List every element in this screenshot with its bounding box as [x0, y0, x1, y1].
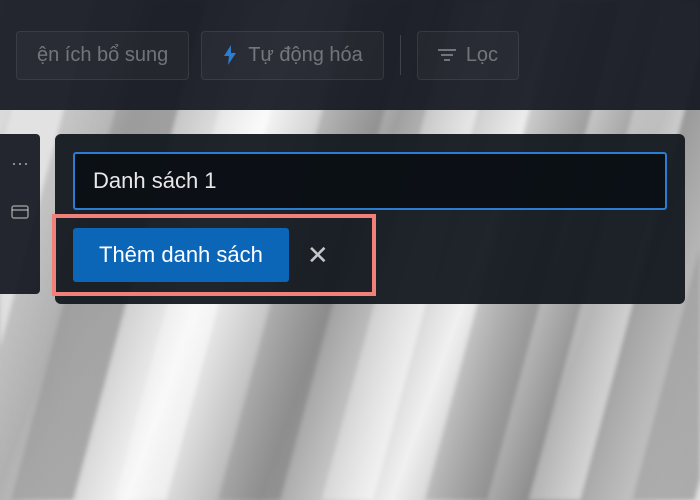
close-icon[interactable]: ✕ [307, 240, 329, 271]
automation-label: Tự động hóa [248, 44, 363, 67]
add-list-panel: Thêm danh sách ✕ [55, 134, 685, 304]
filter-button[interactable]: Lọc [417, 31, 519, 80]
left-sidebar: ⋯ [0, 134, 40, 294]
toolbar-divider [400, 35, 401, 75]
action-row: Thêm danh sách ✕ [73, 228, 667, 282]
list-name-input[interactable] [73, 152, 667, 210]
filter-icon [438, 48, 456, 62]
top-toolbar: ện ích bổ sung Tự động hóa Lọc [0, 0, 700, 110]
filter-label: Lọc [466, 44, 498, 67]
extensions-button[interactable]: ện ích bổ sung [16, 31, 189, 80]
automation-button[interactable]: Tự động hóa [201, 31, 384, 80]
more-icon[interactable]: ⋯ [11, 154, 29, 175]
card-icon[interactable] [11, 203, 29, 224]
bolt-icon [222, 45, 238, 65]
add-list-button[interactable]: Thêm danh sách [73, 228, 289, 282]
extensions-label: ện ích bổ sung [37, 44, 168, 67]
